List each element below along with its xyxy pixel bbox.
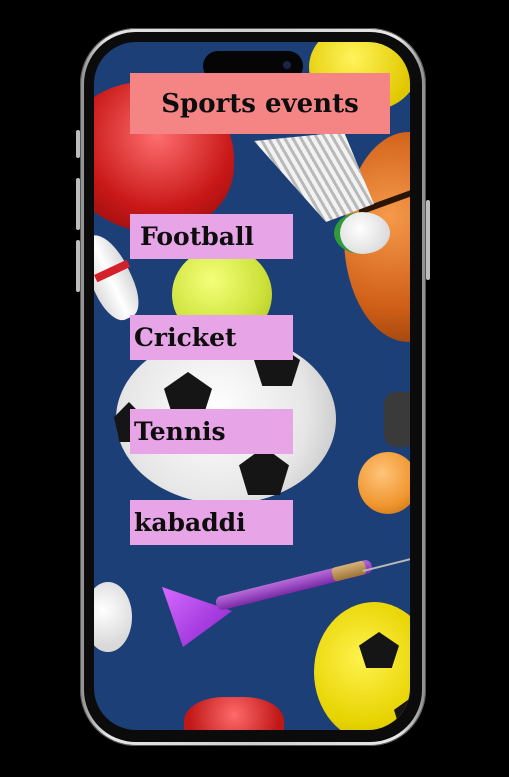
page-title-box: Sports events [130,73,390,134]
event-label: Football [140,222,254,251]
event-button-football[interactable]: Football [130,214,293,259]
power-button [426,200,430,280]
page-title: Sports events [161,88,359,119]
boxing-glove-icon [184,697,284,730]
event-button-cricket[interactable]: Cricket [130,315,293,360]
dart-barrel [330,560,368,582]
app-screen: Sports events Football Cricket Tennis ka… [94,42,410,730]
camera-icon [283,61,291,69]
event-label: Tennis [134,417,226,446]
event-label: kabaddi [134,508,246,537]
stage: Sports events Football Cricket Tennis ka… [0,0,509,777]
event-label: Cricket [134,323,237,352]
shuttlecock-base [334,212,390,254]
golf-ball-icon [94,582,132,652]
event-button-kabaddi[interactable]: kabaddi [130,500,293,545]
event-button-tennis[interactable]: Tennis [130,409,293,454]
shuttlecock-icon [254,132,374,222]
ball-icon [358,452,410,514]
hockey-puck-icon [384,392,410,447]
